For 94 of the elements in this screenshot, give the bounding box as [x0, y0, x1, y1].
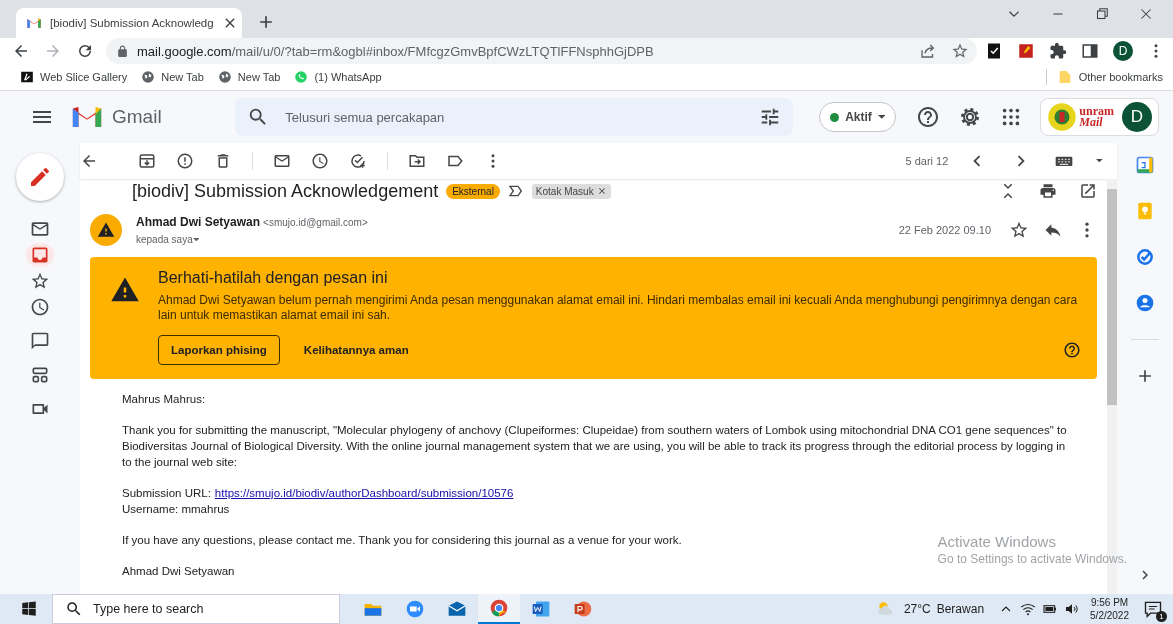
profile-avatar[interactable]: D [1113, 41, 1133, 61]
external-label: Eksternal [446, 183, 500, 199]
bookmark[interactable]: (1) WhatsApp [294, 70, 382, 84]
address-bar[interactable]: mail.google.com/mail/u/0/?tab=rm&ogbl#inbox/FMfcgzGmvBpfCWzLTQTlFFNsphhGjDPB [106, 38, 977, 64]
weather-text[interactable]: Berawan [936, 602, 985, 616]
clock-icon [30, 297, 50, 317]
search-field[interactable]: Telusuri semua percakapan [235, 98, 794, 136]
pencil-icon [28, 165, 52, 189]
body-text: Submission URL: [122, 487, 211, 499]
temperature[interactable]: 27°C [903, 602, 931, 616]
folder-label[interactable]: Kotak Masuk [531, 183, 611, 199]
search-input[interactable]: Telusuri semua percakapan [283, 108, 746, 126]
video-call-app-icon[interactable] [405, 599, 425, 619]
browser-tab[interactable]: [biodiv] Submission Acknowledg [16, 8, 242, 38]
globe-icon [217, 70, 232, 84]
mail-icon [30, 219, 50, 239]
body-text: Username: mmahrus [122, 502, 230, 517]
sender-email: <smujo.id@gmail.com> [263, 217, 368, 229]
activation-watermark-text: Go to Settings to activate Windows. [937, 552, 1127, 566]
print-icon[interactable] [1039, 182, 1057, 201]
help-icon[interactable] [1063, 341, 1081, 359]
tab-title: [biodiv] Submission Acknowledg [50, 17, 214, 29]
chat-bubble-icon [294, 70, 309, 84]
caret-icon[interactable] [192, 238, 200, 242]
reload-icon[interactable] [76, 42, 94, 60]
contacts-icon[interactable] [1135, 293, 1155, 313]
url-text: mail.google.com/mail/u/0/?tab=rm&ogbl#inbox/FMfcgzGmvBpfCWzLTQTlFFNsphhGjDPB [137, 43, 654, 59]
star-icon [30, 271, 50, 291]
mail-icon[interactable] [273, 152, 291, 170]
scrollbar-thumb[interactable] [1107, 189, 1117, 405]
report-phishing-button[interactable]: Laporkan phising [158, 335, 280, 365]
globe-icon [141, 70, 156, 84]
activation-watermark-title: Activate Windows [937, 533, 1057, 550]
presentation-app-icon[interactable] [573, 599, 593, 619]
email-subject: [biodiv] Submission Acknowledgement [132, 180, 439, 202]
browser-icon[interactable] [489, 598, 509, 618]
chat-icon [30, 331, 50, 351]
other-bookmarks[interactable]: Other bookmarks [1056, 69, 1163, 85]
search-icon [65, 600, 83, 618]
mail-app-icon[interactable] [447, 599, 467, 619]
warning-icon [97, 221, 115, 240]
bookmark[interactable]: New Tab [217, 70, 281, 84]
lock-icon [116, 44, 129, 58]
body-text: If you have any questions, please contact me. Thank you for considering this journal as a venue for your work. [122, 533, 682, 548]
star-icon[interactable] [951, 42, 969, 60]
recipient-text: kepada saya [136, 234, 193, 246]
body-text: Mahrus Mahrus: [122, 392, 206, 407]
body-text: Thank you for submitting the manuscript, "Molecular phylogeny of anchovy (Clupeiformes: Clupeidae) from southern waters of Lombok using mitochondrial DNA CO1 gene sequences" to Biodiversitas Journal of Biological Diversity. With the online journal management system that we are using, you will be able to track its progress through the editorial process by logging in to the journal web site: [122, 423, 1067, 470]
extension-icon[interactable] [985, 42, 1003, 60]
tasks-icon[interactable] [1135, 247, 1155, 267]
add-task-icon[interactable] [349, 152, 367, 170]
archive-icon[interactable] [138, 152, 156, 170]
page-icon [20, 70, 34, 84]
word-processor-icon[interactable] [531, 599, 551, 619]
looks-safe-button[interactable]: Kelihatannya aman [303, 344, 409, 356]
calendar-icon[interactable] [1135, 155, 1155, 175]
inbox-icon [30, 245, 50, 265]
status-button[interactable]: Aktif [819, 102, 897, 132]
nav-item[interactable] [26, 243, 54, 267]
bookmark[interactable]: Web Slice Gallery [20, 70, 128, 84]
help-icon[interactable] [916, 105, 941, 129]
warning-text: Ahmad Dwi Setyawan belum pernah mengirimi Anda pesan menggunakan alamat email ini. Hindari membalas email ini kecuali Anda menghubungi pengirimnya dengan cara lain untuk memastikan alamat email ini sah. [158, 293, 1079, 323]
body-text: Ahmad Dwi Setyawan [122, 564, 235, 579]
bookmark[interactable]: New Tab [141, 70, 204, 84]
share-icon[interactable] [919, 42, 937, 60]
emblem-icon [1047, 102, 1078, 132]
remove-label-icon[interactable] [596, 186, 607, 197]
move-to-icon[interactable] [408, 152, 426, 170]
spaces-icon [30, 365, 50, 385]
start-icon[interactable] [20, 600, 38, 618]
taskbar-clock[interactable]: 9:56 PM 5/2/2022 [1090, 596, 1129, 622]
caret-icon[interactable] [1096, 159, 1103, 163]
caret-icon [877, 115, 886, 119]
app-name[interactable]: Gmail [112, 106, 236, 128]
account-switcher[interactable]: unram Mail D [1040, 98, 1159, 136]
gmail-logo-icon [26, 15, 42, 31]
message-counter: 5 dari 12 [905, 155, 949, 167]
compose-button[interactable] [16, 153, 64, 201]
taskbar-search-field[interactable]: Type here to search [52, 594, 340, 624]
search-placeholder: Type here to search [93, 602, 204, 616]
notification-icon [1143, 599, 1163, 619]
message-date: 22 Feb 2022 09.10 [898, 224, 991, 237]
sender-name: Ahmad Dwi Setyawan [136, 215, 261, 230]
account-avatar[interactable]: D [1122, 102, 1152, 132]
organization-logo: unram Mail [1047, 102, 1114, 132]
submission-link[interactable]: https://smujo.id/biodiv/authorDashboard/submission/10576 [214, 487, 514, 499]
warning-title: Berhati-hatilah dengan pesan ini [158, 269, 389, 287]
extensions-icon[interactable] [1049, 42, 1067, 60]
side-panel-icon[interactable] [1081, 42, 1099, 60]
report-icon[interactable] [176, 152, 194, 170]
pdf-extension-icon[interactable] [1017, 42, 1035, 60]
open-in-new-window-icon[interactable] [1079, 182, 1097, 201]
wifi-icon[interactable] [1020, 601, 1037, 617]
clock-icon[interactable] [311, 152, 329, 170]
